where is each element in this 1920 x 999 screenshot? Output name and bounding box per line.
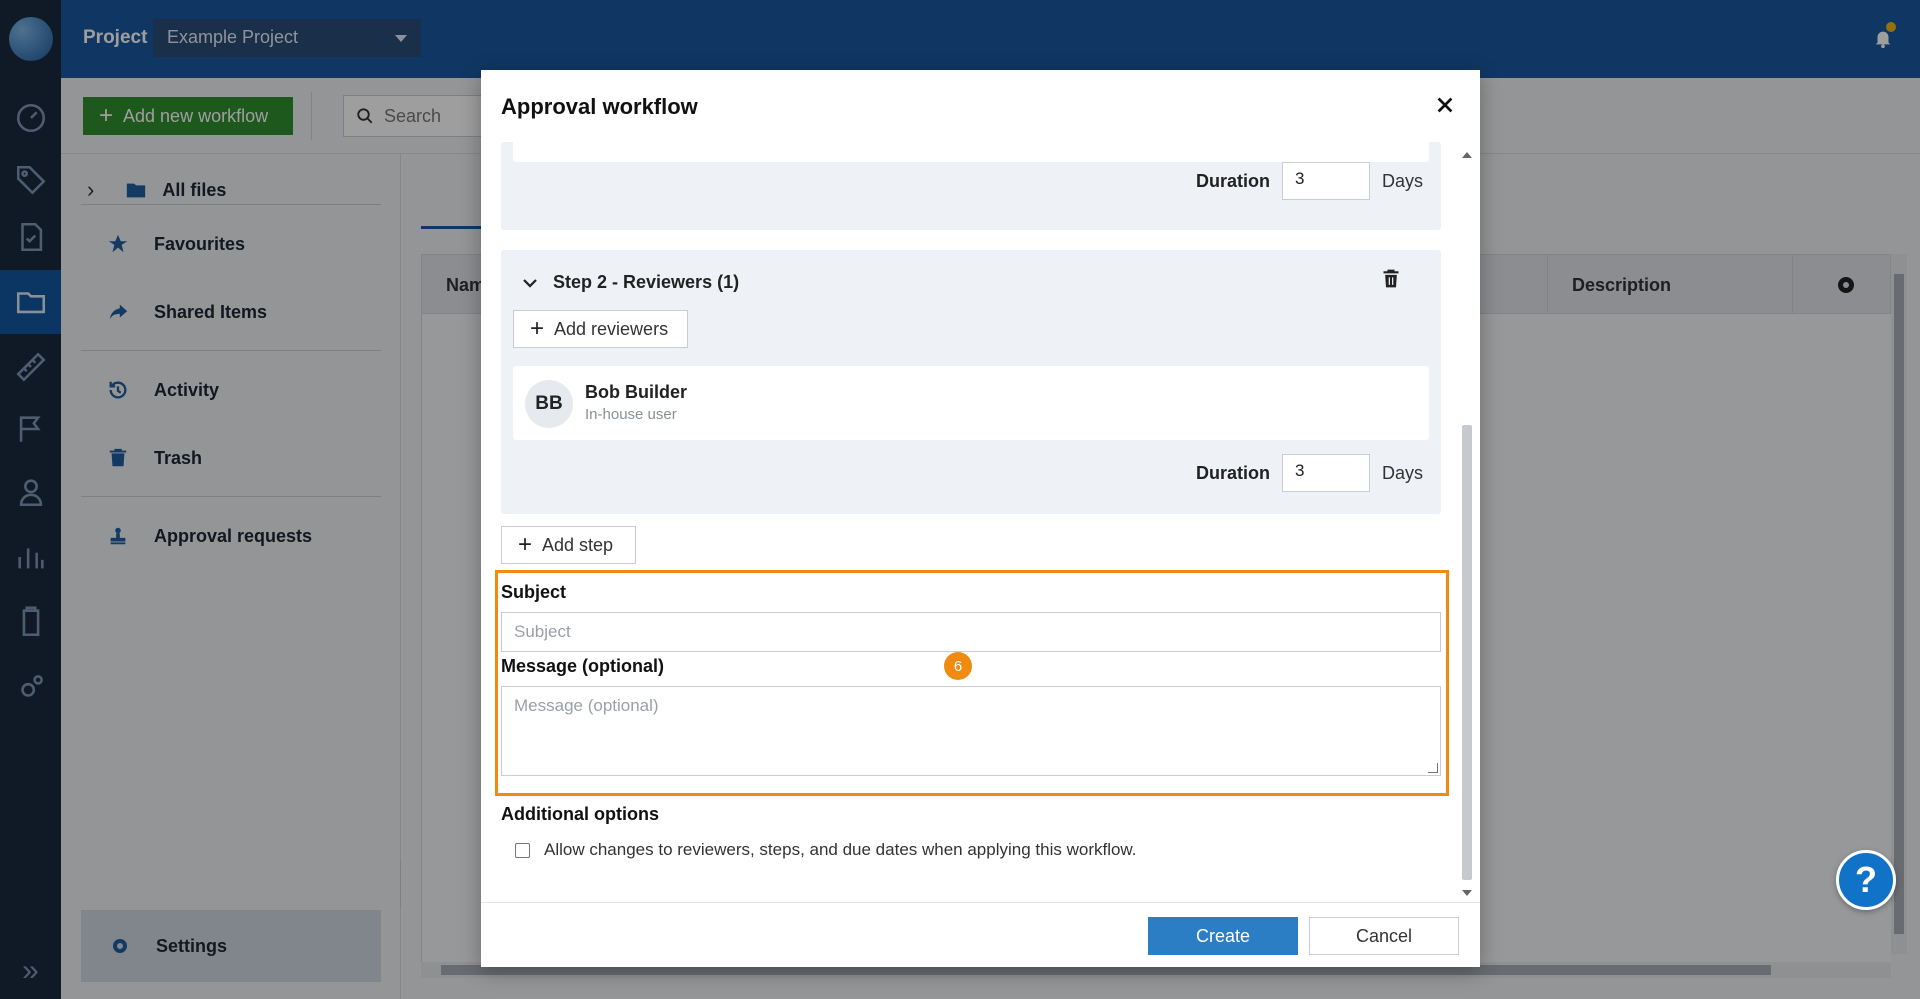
dialog-scrollbar[interactable] (1460, 150, 1474, 900)
duration-unit: Days (1381, 170, 1423, 191)
reviewer-card: BB Bob Builder In-house user (513, 366, 1429, 440)
dialog-footer: Create Cancel (481, 902, 1480, 967)
step-2-header[interactable]: Step 2 - Reviewers (1) (521, 272, 739, 293)
scrollbar-thumb[interactable] (1462, 425, 1472, 880)
duration-label: Duration (1195, 462, 1270, 483)
add-step-label: Add step (542, 534, 614, 555)
reviewer-name: Bob Builder (585, 382, 687, 402)
duration-input[interactable]: 3 (1281, 162, 1370, 200)
add-step-button[interactable]: + Add step (501, 526, 636, 564)
additional-options-heading: Additional options (501, 804, 659, 824)
message-textarea[interactable]: Message (optional) (501, 686, 1441, 776)
duration-unit: Days (1381, 462, 1423, 483)
subject-label: Subject (501, 582, 567, 602)
chevron-down-icon[interactable] (521, 274, 539, 292)
scroll-up-arrow-icon[interactable] (1462, 152, 1472, 158)
duration-input[interactable]: 3 (1281, 454, 1370, 492)
step-2-title: Step 2 - Reviewers (1) (553, 272, 740, 292)
message-placeholder: Message (optional) (514, 696, 659, 715)
plus-icon: + (530, 315, 545, 342)
duration-label: Duration (1195, 170, 1270, 191)
reviewer-type: In-house user (585, 406, 677, 423)
subject-input[interactable]: Subject (501, 612, 1441, 652)
close-icon[interactable] (1434, 94, 1456, 116)
trash-icon[interactable] (1381, 268, 1401, 290)
allow-changes-checkbox[interactable] (515, 842, 530, 858)
dialog-title: Approval workflow (501, 94, 698, 119)
dialog-body: Duration 3 Days Step 2 - Reviewers (1) +… (481, 142, 1480, 902)
avatar: BB (525, 380, 573, 428)
step-2-panel: Step 2 - Reviewers (1) + Add reviewers B… (501, 250, 1441, 514)
allow-changes-label: Allow changes to reviewers, steps, and d… (544, 840, 1137, 859)
add-reviewers-label: Add reviewers (554, 318, 669, 339)
approval-workflow-dialog: Approval workflow Duration 3 Days Step 2… (481, 70, 1480, 967)
cancel-button[interactable]: Cancel (1309, 917, 1459, 955)
step-1-duration: Duration 3 Days (1196, 162, 1423, 200)
create-button[interactable]: Create (1148, 917, 1298, 955)
message-label: Message (optional) (501, 656, 665, 676)
callout-badge: 6 (944, 652, 972, 680)
step-2-duration: Duration 3 Days (1196, 454, 1423, 492)
plus-icon: + (518, 531, 533, 558)
reviewer-card (513, 142, 1429, 162)
resize-handle-icon[interactable] (1428, 763, 1438, 773)
step-1-panel: Duration 3 Days (501, 142, 1441, 230)
allow-changes-option[interactable]: Allow changes to reviewers, steps, and d… (515, 840, 1137, 860)
add-reviewers-button[interactable]: + Add reviewers (513, 310, 688, 348)
scroll-down-arrow-icon[interactable] (1462, 890, 1472, 896)
help-button[interactable]: ? (1836, 850, 1896, 910)
